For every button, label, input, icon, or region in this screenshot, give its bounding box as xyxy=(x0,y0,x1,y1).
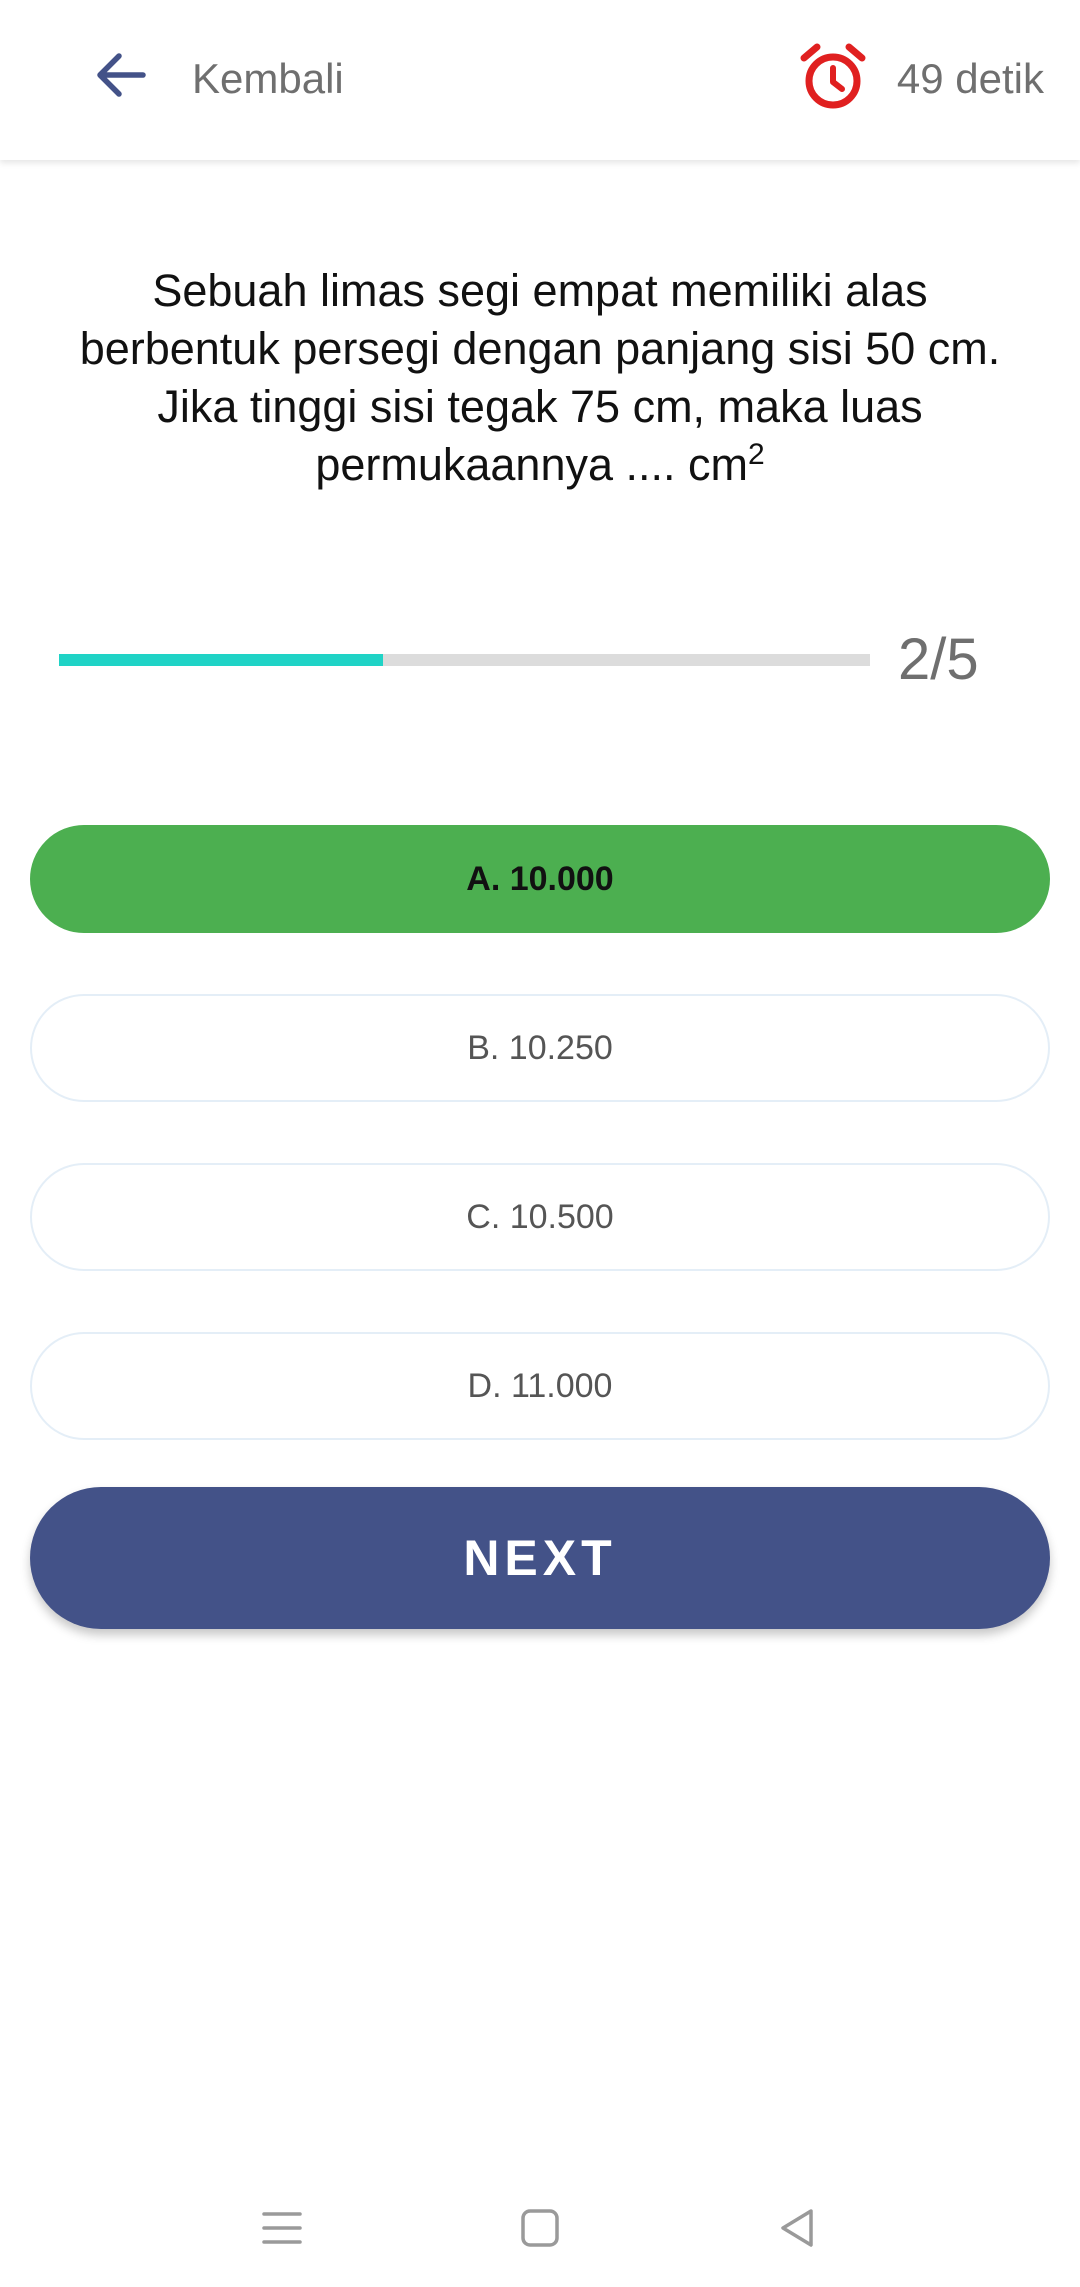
quiz-screen: Kembali 49 detik Sebuah limas segi empat… xyxy=(0,0,1080,2287)
home-square-icon xyxy=(521,2209,559,2247)
next-button[interactable]: NEXT xyxy=(30,1487,1050,1629)
nav-back-button[interactable] xyxy=(757,2188,837,2268)
progress-bar xyxy=(59,654,870,666)
back-label[interactable]: Kembali xyxy=(192,54,344,104)
menu-icon xyxy=(262,2212,302,2244)
back-button[interactable] xyxy=(86,40,156,110)
nav-home-button[interactable] xyxy=(500,2188,580,2268)
option-c[interactable]: C. 10.500 xyxy=(30,1163,1050,1271)
question-body: Sebuah limas segi empat memiliki alas be… xyxy=(79,265,1001,490)
question-text: Sebuah limas segi empat memiliki alas be… xyxy=(70,262,1010,494)
alarm-clock-icon xyxy=(800,43,866,109)
option-d[interactable]: D. 11.000 xyxy=(30,1332,1050,1440)
nav-menu-button[interactable] xyxy=(242,2188,322,2268)
option-b[interactable]: B. 10.250 xyxy=(30,994,1050,1102)
progress-fill xyxy=(59,654,384,666)
top-bar: Kembali 49 detik xyxy=(0,0,1080,160)
arrow-left-icon xyxy=(97,53,146,97)
system-nav-bar xyxy=(0,2170,1080,2287)
option-a[interactable]: A. 10.000 xyxy=(30,825,1050,933)
question-superscript: 2 xyxy=(748,438,765,471)
progress-count: 2/5 xyxy=(898,627,979,692)
triangle-back-icon xyxy=(781,2209,813,2247)
timer-text: 49 detik xyxy=(896,55,1044,102)
